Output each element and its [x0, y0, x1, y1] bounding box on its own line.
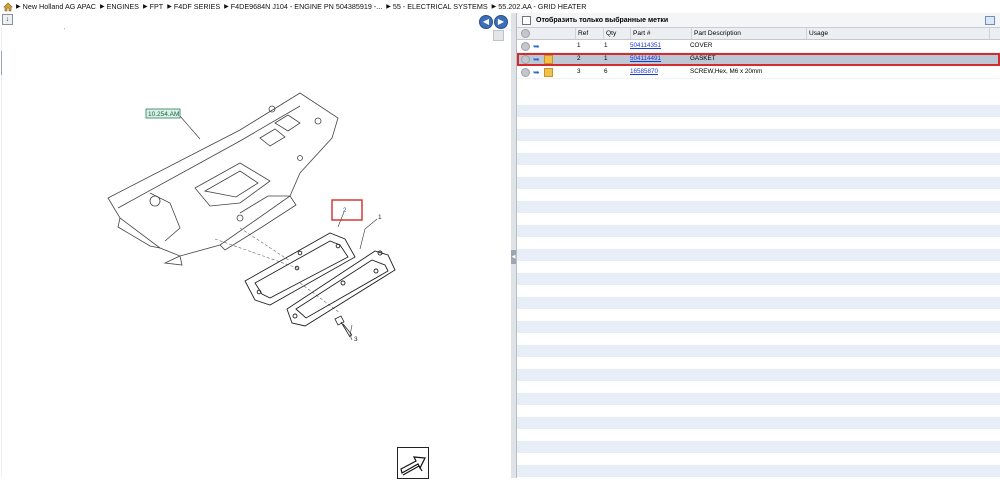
selected-part-highlight: [331, 199, 363, 221]
cell-description: COVER: [690, 42, 713, 49]
print-icon[interactable]: [985, 16, 995, 25]
header-description[interactable]: Part Description: [692, 28, 807, 39]
cell-usage: [802, 40, 984, 52]
callout-leaders: [179, 115, 378, 341]
manifold-housing: [107, 92, 339, 266]
cell-ref: 3: [577, 68, 581, 75]
header-usage[interactable]: Usage: [807, 28, 990, 39]
breadcrumb-item-brand[interactable]: ▶ New Holland AG APAC: [16, 2, 96, 11]
header-ref[interactable]: Ref: [576, 28, 604, 39]
table-empty-area: [517, 93, 1000, 478]
home-icon[interactable]: [3, 2, 13, 12]
breadcrumb-item-engines[interactable]: ▶ ENGINES: [100, 2, 139, 11]
part-label-1: 1: [378, 214, 382, 221]
package-icon[interactable]: [544, 67, 553, 77]
diagram-mark: ': [64, 28, 65, 34]
export-arrow-icon: [400, 456, 426, 476]
part-label-2: 2: [343, 208, 347, 214]
info-icon[interactable]: [521, 41, 530, 51]
replace-arrow-icon[interactable]: ➥: [533, 68, 541, 76]
cover-part: [286, 250, 396, 327]
table-row[interactable]: ➥ 3 6 16585870 SCREW,Hex, M6 x 20mm: [517, 66, 1000, 79]
filter-bar: Отобразить только выбранные метки: [517, 13, 1000, 28]
breadcrumb: ▶ New Holland AG APAC ▶ ENGINES ▶ FPT ▶ F4DF…: [0, 0, 1000, 13]
breadcrumb-item-current[interactable]: ▶ 55.202.AA - GRID HEATER: [492, 2, 587, 11]
replace-arrow-icon[interactable]: ➥: [533, 42, 541, 50]
export-arrow-button[interactable]: [397, 447, 429, 479]
parts-list-panel: Отобразить только выбранные метки Ref Qt…: [517, 13, 1000, 478]
breadcrumb-item-fpt[interactable]: ▶ FPT: [143, 2, 163, 11]
breadcrumb-item-series[interactable]: ▶ F4DF SERIES: [167, 2, 220, 11]
show-selected-only-checkbox[interactable]: [522, 15, 531, 25]
header-actions[interactable]: [517, 28, 576, 39]
cell-qty: 1: [604, 55, 608, 62]
cell-description: GASKET: [690, 55, 716, 62]
settings-icon[interactable]: [521, 29, 530, 38]
parts-table: Ref Qty Part # Part Description Usage ➥ …: [517, 28, 1000, 79]
cell-usage: [802, 53, 984, 65]
exploded-parts-diagram: 10.254.AM 2 1 3 ': [64, 28, 396, 343]
cell-ref: 1: [577, 42, 581, 49]
cell-description: SCREW,Hex, M6 x 20mm: [690, 68, 763, 75]
breadcrumb-item-engine[interactable]: ▶ F4DE9684N J104 - ENGINE PN 504385919 -.…: [224, 2, 382, 11]
cell-qty: 1: [604, 42, 608, 49]
part-number-link[interactable]: 504114491: [630, 55, 661, 62]
header-part-number[interactable]: Part #: [631, 28, 692, 39]
package-icon[interactable]: [544, 54, 553, 64]
header-qty[interactable]: Qty: [604, 28, 631, 39]
screw-part: [334, 315, 353, 338]
replace-arrow-icon[interactable]: ➥: [533, 55, 541, 63]
info-icon[interactable]: [521, 54, 530, 64]
table-header: Ref Qty Part # Part Description Usage: [517, 28, 1000, 40]
cell-usage: [802, 66, 984, 78]
cell-qty: 6: [604, 68, 608, 75]
diagram-panel: ↓ ◀ ▶ 10.254.AM 2 1 3 ': [0, 13, 512, 479]
breadcrumb-item-system[interactable]: ▶ 55 - ELECTRICAL SYSTEMS: [386, 2, 487, 11]
table-row-selected[interactable]: ➥ 2 1 504114491 GASKET: [517, 53, 1000, 66]
part-number-link[interactable]: 504114351: [630, 42, 661, 49]
part-number-link[interactable]: 16585870: [630, 68, 658, 75]
reference-callout-text: 10.254.AM: [148, 111, 179, 118]
cell-ref: 2: [577, 55, 581, 62]
table-row[interactable]: ➥ 1 1 504114351 COVER: [517, 40, 1000, 53]
splitter-handle-icon[interactable]: ◀: [511, 250, 516, 264]
part-label-3: 3: [354, 336, 358, 343]
show-selected-only-label: Отобразить только выбранные метки: [536, 16, 669, 24]
info-icon[interactable]: [521, 67, 530, 77]
